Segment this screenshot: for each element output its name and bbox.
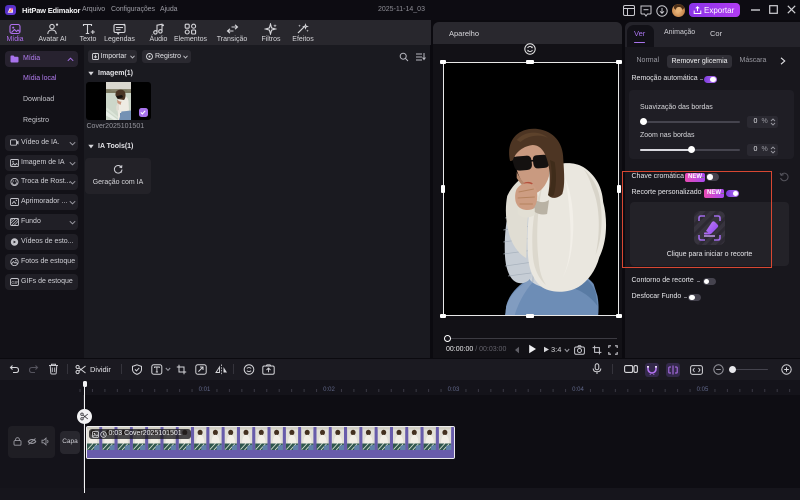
svg-text:0:03: 0:03 (448, 387, 460, 393)
svg-text:GIF: GIF (11, 280, 19, 285)
svg-text:0:05: 0:05 (697, 387, 709, 393)
svg-text:0:02: 0:02 (323, 387, 335, 393)
svg-text:0:04: 0:04 (572, 387, 584, 393)
svg-text:0:01: 0:01 (199, 387, 211, 393)
